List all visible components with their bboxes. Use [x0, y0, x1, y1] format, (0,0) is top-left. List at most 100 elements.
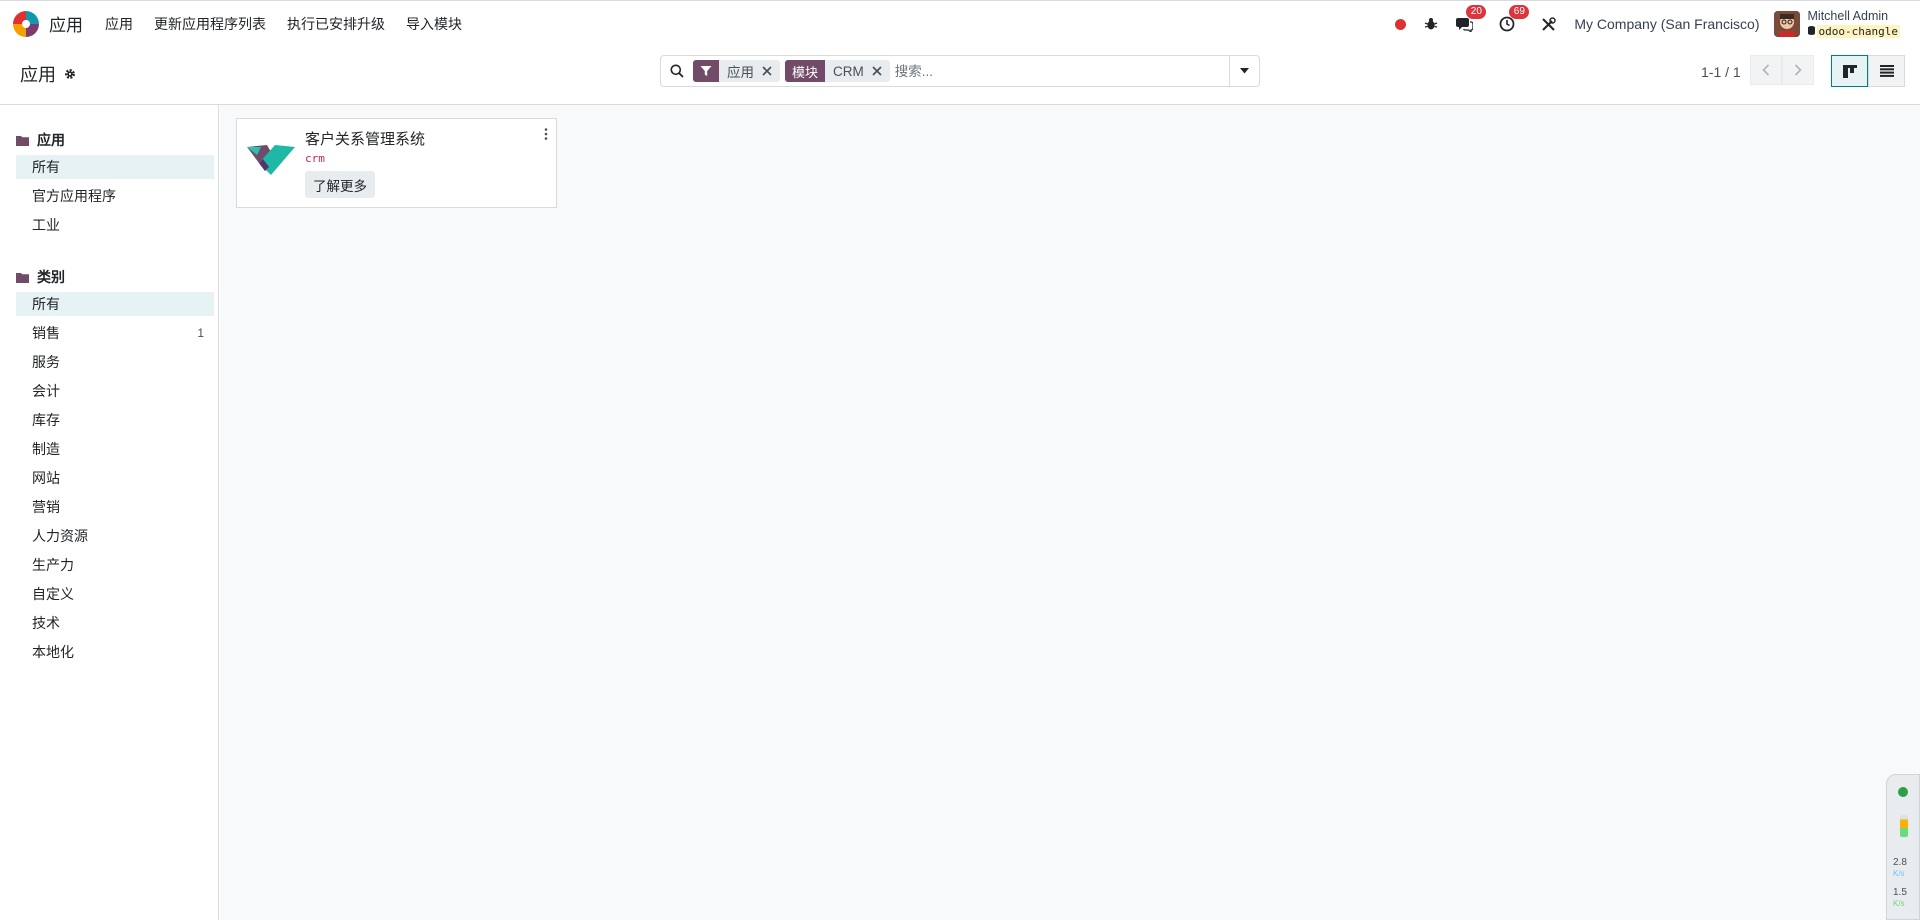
list-view-button[interactable]	[1868, 55, 1905, 87]
usage-bar-icon	[1900, 815, 1908, 837]
view-switcher	[1831, 55, 1905, 87]
pager-value[interactable]: 1-1 / 1	[1701, 64, 1741, 80]
clock-icon[interactable]: 69	[1499, 5, 1530, 36]
gear-icon[interactable]	[64, 68, 76, 80]
sidebar-item-marketing[interactable]: 营销	[16, 495, 214, 519]
pager-next-button[interactable]	[1782, 55, 1814, 85]
upload-speed: 2.8	[1893, 857, 1907, 868]
sidebar-item-label: 生产力	[32, 557, 74, 573]
pager-buttons	[1750, 55, 1814, 85]
sidebar-item-productivity[interactable]: 生产力	[16, 553, 214, 577]
company-switcher[interactable]: My Company (San Francisco)	[1574, 16, 1759, 32]
kanban-view-button[interactable]	[1831, 55, 1868, 87]
top-navbar: 应用 应用 更新应用程序列表 执行已安排升级 导入模块 20 69 My Com…	[0, 0, 1920, 46]
user-name: Mitchell Admin	[1807, 9, 1889, 23]
caret-down-icon	[1240, 68, 1249, 74]
bug-icon[interactable]	[1424, 12, 1438, 36]
sidebar-item-localization[interactable]: 本地化	[16, 640, 214, 664]
sidebar-item-accounting[interactable]: 会计	[16, 379, 214, 403]
sidebar-item-services[interactable]: 服务	[16, 350, 214, 374]
app-logo-icon[interactable]	[12, 10, 40, 38]
section-title: 应用	[37, 132, 65, 148]
sidebar-item-label: 工业	[32, 217, 60, 233]
sidebar-item-label: 服务	[32, 354, 60, 370]
sidebar-item-label: 官方应用程序	[32, 188, 116, 204]
card-technical-name: crm	[305, 152, 325, 165]
search-input[interactable]	[894, 57, 1229, 85]
sidebar-item-label: 营销	[32, 499, 60, 515]
sidebar-item-label: 所有	[32, 296, 60, 312]
sidebar-item-official-apps[interactable]: 官方应用程序	[16, 184, 214, 208]
sidebar-item-technical[interactable]: 技术	[16, 611, 214, 635]
search-bar: 应用 模块 CRM	[660, 55, 1260, 87]
section-apps-header: 应用	[0, 129, 218, 151]
facet-module-label: 模块	[785, 60, 826, 82]
menu-item-apps[interactable]: 应用	[105, 14, 133, 34]
sidebar-item-label: 销售	[32, 325, 60, 341]
sidebar-item-industries[interactable]: 工业	[16, 213, 214, 237]
facet-module: 模块 CRM	[785, 60, 890, 82]
page-title: 应用	[20, 65, 56, 85]
sidebar-item-label: 制造	[32, 441, 60, 457]
folder-icon	[16, 272, 29, 283]
tools-icon[interactable]	[1541, 12, 1557, 36]
network-monitor-widget[interactable]: 2.8 K/s 1.5 K/s	[1886, 774, 1920, 920]
search-options-toggle[interactable]	[1229, 56, 1259, 86]
list-icon	[1879, 65, 1894, 77]
facet-filter: 应用	[693, 60, 780, 82]
kanban-view: 客户关系管理系统 crm 了解更多	[220, 105, 1920, 920]
sidebar-item-label: 所有	[32, 159, 60, 175]
upload-unit: K/s	[1893, 869, 1905, 878]
messages-badge: 20	[1466, 5, 1487, 19]
sidebar-item-label: 会计	[32, 383, 60, 399]
section-title: 类别	[37, 269, 65, 285]
folder-icon	[16, 135, 29, 146]
facet-module-value: CRM	[833, 63, 864, 79]
search-panel: 应用 所有 官方应用程序 工业 类别 所有 销售 1 服务 会计 库存 制造 网站…	[0, 105, 219, 920]
download-unit: K/s	[1893, 899, 1905, 908]
breadcrumb: 应用	[20, 61, 76, 87]
sidebar-item-human-resources[interactable]: 人力资源	[16, 524, 214, 548]
sidebar-item-customizations[interactable]: 自定义	[16, 582, 214, 606]
sidebar-item-label: 技术	[32, 615, 60, 631]
chevron-left-icon	[1762, 64, 1770, 76]
sidebar-item-all-apps[interactable]: 所有	[16, 155, 214, 179]
learn-more-button[interactable]: 了解更多	[305, 171, 375, 198]
module-card-crm[interactable]: 客户关系管理系统 crm 了解更多	[236, 118, 557, 208]
card-title: 客户关系管理系统	[305, 131, 426, 148]
app-title[interactable]: 应用	[49, 11, 83, 36]
database-name: odoo-changle	[1816, 25, 1900, 38]
sidebar-item-label: 库存	[32, 412, 60, 428]
kebab-menu-icon[interactable]	[544, 127, 548, 143]
download-speed: 1.5	[1893, 887, 1907, 898]
database-icon	[1807, 26, 1815, 35]
facet-module-remove-icon[interactable]	[872, 66, 890, 76]
sidebar-item-count: 1	[197, 326, 204, 340]
kanban-icon	[1842, 64, 1857, 78]
crm-handshake-icon	[245, 141, 297, 180]
menu-item-update-apps-list[interactable]: 更新应用程序列表	[154, 14, 266, 34]
sidebar-item-all-categories[interactable]: 所有	[16, 292, 214, 316]
activities-badge: 69	[1509, 5, 1530, 19]
sidebar-item-website[interactable]: 网站	[16, 466, 214, 490]
main-menu: 应用 更新应用程序列表 执行已安排升级 导入模块	[105, 14, 483, 34]
menu-item-apply-scheduled-upgrades[interactable]: 执行已安排升级	[287, 14, 385, 34]
status-dot-icon	[1898, 787, 1908, 797]
facet-filter-remove-icon[interactable]	[762, 66, 780, 76]
user-menu[interactable]: Mitchell Admin odoo-changle	[1807, 9, 1900, 38]
sidebar-item-label: 本地化	[32, 644, 74, 660]
sidebar-item-inventory[interactable]: 库存	[16, 408, 214, 432]
avatar[interactable]	[1773, 11, 1800, 37]
sidebar-item-label: 自定义	[32, 586, 74, 602]
chevron-right-icon	[1794, 64, 1802, 76]
search-icon[interactable]	[661, 64, 693, 78]
sidebar-item-sales[interactable]: 销售 1	[16, 321, 214, 345]
navbar-systray: 20 69 My Company (San Francisco) Mitchel…	[1395, 1, 1900, 47]
chat-icon[interactable]: 20	[1456, 5, 1487, 36]
record-dot-icon[interactable]	[1395, 12, 1407, 36]
menu-item-import-module[interactable]: 导入模块	[406, 14, 462, 34]
pager-previous-button[interactable]	[1750, 55, 1782, 85]
sidebar-item-manufacturing[interactable]: 制造	[16, 437, 214, 461]
sidebar-item-label: 网站	[32, 470, 60, 486]
filter-icon	[693, 60, 719, 82]
